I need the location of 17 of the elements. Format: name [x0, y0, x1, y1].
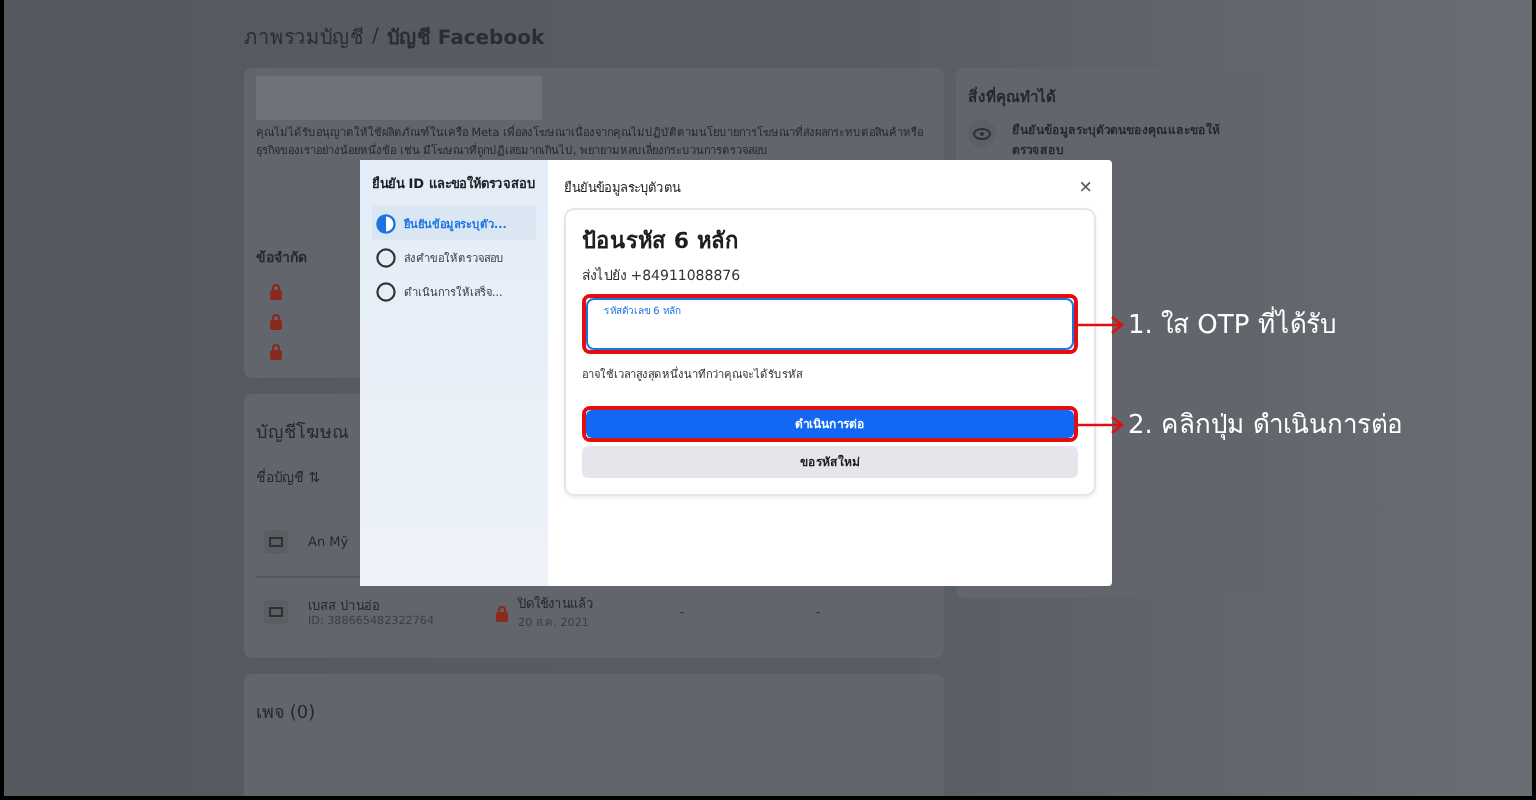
step-circle-icon — [376, 247, 396, 267]
eye-icon — [968, 120, 996, 148]
lock-icon — [268, 282, 284, 300]
section-title: บัญชีโฆษณ — [256, 419, 348, 446]
lock-icon — [268, 342, 284, 360]
briefcase-icon — [264, 600, 288, 624]
breadcrumb-separator: / — [372, 25, 379, 47]
step-circle-icon — [376, 213, 396, 233]
lock-icon — [494, 603, 511, 621]
form-heading: ป้อนรหัส 6 หลัก — [582, 226, 741, 258]
close-button[interactable]: × — [1075, 176, 1096, 200]
annotation-label: 2. คลิกปุ่ม ดำเนินการต่อ — [1128, 409, 1404, 445]
briefcase-icon — [264, 530, 288, 554]
section-title: เพจ (0) — [256, 702, 316, 726]
lock-icon — [268, 312, 284, 330]
annotation-label: 1. ใส OTP ที่ได้รับ — [1128, 303, 1336, 345]
step-circle-icon — [376, 281, 396, 301]
